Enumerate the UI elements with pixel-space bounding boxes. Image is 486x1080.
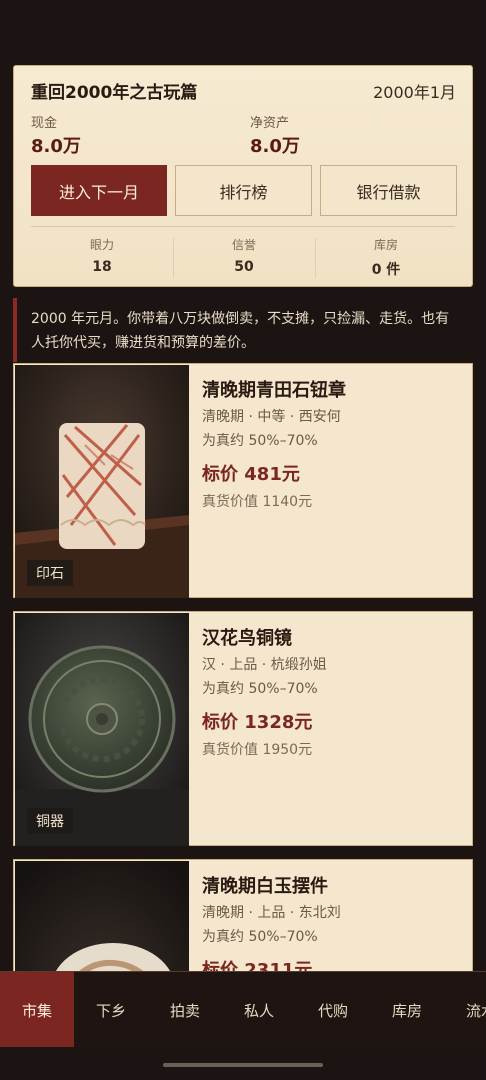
stat-eyesight: 眼力 18 bbox=[31, 236, 173, 280]
item-name: 清晚期白玉摆件 bbox=[202, 876, 328, 897]
next-month-button[interactable]: 进入下一月 bbox=[31, 165, 167, 216]
bottom-nav: 市集 下乡 拍卖 私人 代购 库房 流水 bbox=[0, 971, 486, 1047]
nav-warehouse[interactable]: 库房 bbox=[370, 972, 444, 1047]
item-authenticity: 为真约 50%–70% bbox=[202, 681, 318, 697]
item-authenticity: 为真约 50%–70% bbox=[202, 433, 318, 449]
game-title: 重回2000年之古玩篇 bbox=[31, 83, 198, 103]
category-tag: 铜器 bbox=[27, 808, 73, 834]
item-real-value: 真货价值 1140元 bbox=[202, 494, 313, 510]
stat-value: 50 bbox=[234, 259, 254, 275]
stat-label: 库房 bbox=[373, 238, 398, 252]
nav-auction[interactable]: 拍卖 bbox=[148, 972, 222, 1047]
cash-value: 8.0万 bbox=[31, 136, 81, 157]
market-item-card[interactable]: 印石 清晚期青田石钮章 清晚期 · 中等 · 西安何 为真约 50%–70% 标… bbox=[13, 363, 473, 598]
intro-text: 2000 年元月。你带着八万块做倒卖，不支摊，只捡漏、走货。也有人托你代买，赚进… bbox=[13, 298, 473, 362]
item-image-seal: 印石 bbox=[15, 365, 189, 598]
nav-countryside[interactable]: 下乡 bbox=[74, 972, 148, 1047]
item-meta: 汉 · 上品 · 杭缎孙姐 bbox=[202, 657, 327, 673]
stat-warehouse: 库房 0 件 bbox=[315, 236, 457, 280]
ranking-button[interactable]: 排行榜 bbox=[175, 165, 312, 216]
item-authenticity: 为真约 50%–70% bbox=[202, 929, 318, 945]
item-price: 标价 481元 bbox=[202, 464, 300, 485]
divider bbox=[31, 226, 455, 227]
item-meta: 清晚期 · 中等 · 西安何 bbox=[202, 409, 341, 425]
current-date: 2000年1月 bbox=[373, 83, 456, 102]
nav-market[interactable]: 市集 bbox=[0, 972, 74, 1047]
item-name: 清晚期青田石钮章 bbox=[202, 380, 346, 401]
stat-label: 眼力 bbox=[89, 238, 114, 252]
item-name: 汉花鸟铜镜 bbox=[202, 628, 292, 649]
nav-ledger[interactable]: 流水 bbox=[444, 972, 486, 1047]
stat-value: 18 bbox=[92, 259, 112, 275]
item-real-value: 真货价值 1950元 bbox=[202, 742, 313, 758]
stat-label: 信誉 bbox=[231, 238, 256, 252]
nav-proxy-buy[interactable]: 代购 bbox=[296, 972, 370, 1047]
home-indicator[interactable] bbox=[163, 1063, 323, 1067]
net-assets-value: 8.0万 bbox=[250, 136, 300, 157]
status-bar bbox=[0, 0, 486, 56]
cash-label: 现金 bbox=[31, 116, 58, 131]
item-price: 标价 1328元 bbox=[202, 712, 313, 733]
header-card: 重回2000年之古玩篇 2000年1月 现金 8.0万 净资产 8.0万 进入下… bbox=[13, 65, 473, 287]
item-meta: 清晚期 · 上品 · 东北刘 bbox=[202, 905, 341, 921]
net-assets-label: 净资产 bbox=[250, 116, 290, 131]
item-image-bronze-mirror: 铜器 bbox=[15, 613, 189, 846]
market-item-card[interactable]: 铜器 汉花鸟铜镜 汉 · 上品 · 杭缎孙姐 为真约 50%–70% 标价 13… bbox=[13, 611, 473, 846]
nav-private[interactable]: 私人 bbox=[222, 972, 296, 1047]
bank-loan-button[interactable]: 银行借款 bbox=[320, 165, 457, 216]
stat-reputation: 信誉 50 bbox=[173, 236, 315, 280]
category-tag: 印石 bbox=[27, 560, 73, 586]
stat-value: 0 件 bbox=[371, 262, 401, 278]
